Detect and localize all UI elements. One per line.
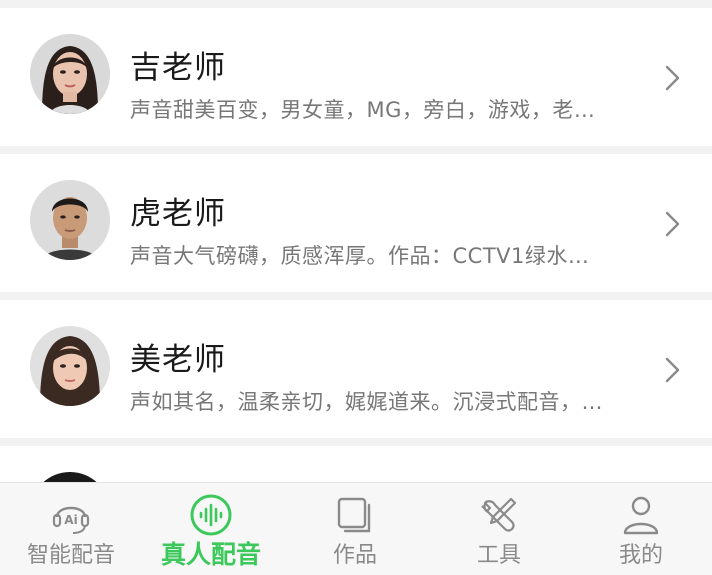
teacher-name: 美老师 bbox=[130, 342, 226, 378]
tab-label: 真人配音 bbox=[160, 540, 261, 569]
teacher-avatar bbox=[30, 180, 110, 260]
profile-icon bbox=[623, 496, 659, 535]
teacher-name: 吉老师 bbox=[130, 50, 226, 86]
tab-human-dubbing[interactable]: 真人配音 bbox=[140, 483, 282, 575]
tab-label: 我的 bbox=[618, 543, 663, 568]
chevron-right-icon bbox=[665, 211, 680, 237]
teacher-description: 声音甜美百变，男女童，MG，旁白，游戏，老… bbox=[130, 98, 596, 122]
tab-works[interactable]: 作品 bbox=[284, 483, 426, 575]
bottom-tab-bar: Ai 智能配音 真人配音 作品 工具 我的 bbox=[0, 482, 712, 575]
tab-label: 作品 bbox=[332, 543, 377, 568]
chevron-right-icon bbox=[665, 65, 680, 91]
teacher-card-mei[interactable]: 美老师 声如其名，温柔亲切，娓娓道来。沉浸式配音，… bbox=[0, 300, 712, 438]
teacher-card-partial[interactable] bbox=[0, 446, 712, 482]
chevron-right-icon bbox=[665, 357, 680, 383]
works-icon bbox=[337, 497, 371, 533]
tab-label: 工具 bbox=[476, 543, 521, 568]
teacher-card-ji[interactable]: 吉老师 声音甜美百变，男女童，MG，旁白，游戏，老… bbox=[0, 8, 712, 146]
tab-label: 智能配音 bbox=[26, 543, 115, 568]
teacher-avatar bbox=[30, 326, 110, 406]
svg-text:Ai: Ai bbox=[64, 513, 77, 527]
teacher-avatar bbox=[30, 472, 110, 482]
teacher-description: 声音大气磅礴，质感浑厚。作品：CCTV1绿水… bbox=[130, 244, 590, 268]
voice-wave-icon bbox=[190, 494, 232, 536]
teacher-list: 吉老师 声音甜美百变，男女童，MG，旁白，游戏，老… 虎老师 声音大气磅礴，质感… bbox=[0, 0, 712, 482]
teacher-card-hu[interactable]: 虎老师 声音大气磅礴，质感浑厚。作品：CCTV1绿水… bbox=[0, 154, 712, 292]
teacher-name: 虎老师 bbox=[130, 196, 226, 232]
teacher-description: 声如其名，温柔亲切，娓娓道来。沉浸式配音，… bbox=[130, 390, 603, 414]
tools-icon bbox=[481, 497, 517, 532]
tab-smart-dubbing[interactable]: Ai 智能配音 bbox=[0, 483, 142, 575]
tab-tools[interactable]: 工具 bbox=[428, 483, 570, 575]
tab-mine[interactable]: 我的 bbox=[570, 483, 712, 575]
ai-headset-icon: Ai bbox=[52, 506, 90, 534]
teacher-avatar bbox=[30, 34, 110, 114]
